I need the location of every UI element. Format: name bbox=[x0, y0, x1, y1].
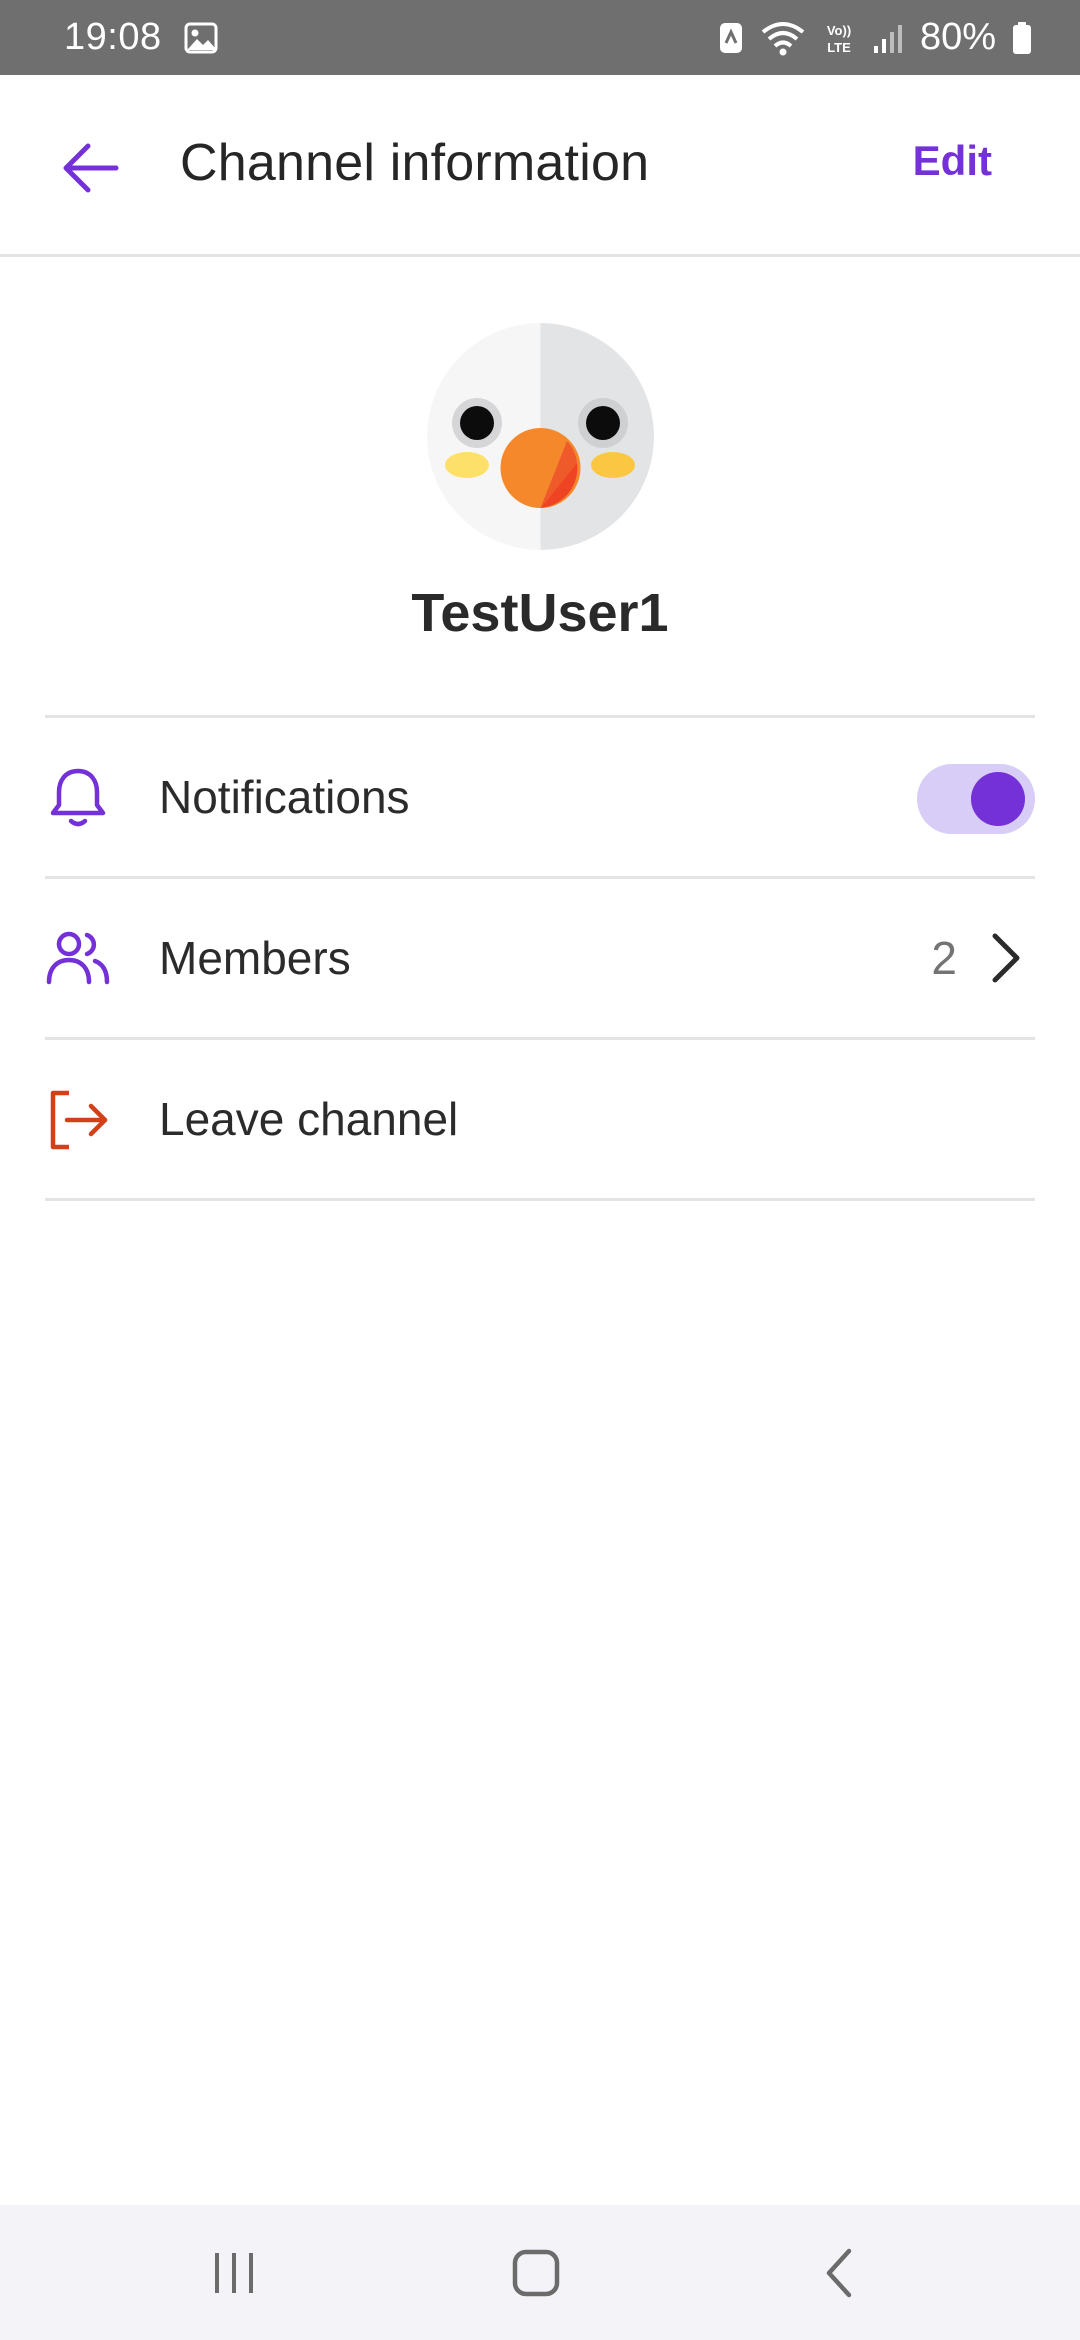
screen: 19:08 Vo)) LTE 80% Channel information E… bbox=[0, 0, 1080, 2340]
back-button[interactable] bbox=[52, 130, 128, 206]
battery-percent: 80% bbox=[919, 16, 996, 58]
wifi-icon bbox=[760, 20, 806, 56]
members-label: Members bbox=[159, 932, 351, 984]
gallery-icon bbox=[184, 22, 218, 54]
status-time: 19:08 bbox=[64, 16, 162, 58]
exit-icon bbox=[50, 1090, 108, 1150]
status-left: 19:08 bbox=[64, 16, 218, 59]
page-title: Channel information bbox=[180, 134, 650, 192]
svg-text:LTE: LTE bbox=[827, 40, 851, 55]
channel-settings-list: Notifications Members 2 Leave channel bbox=[45, 715, 1035, 1201]
status-bar: 19:08 Vo)) LTE 80% bbox=[0, 0, 1080, 75]
nfc-icon bbox=[718, 21, 744, 55]
leave-channel-row[interactable]: Leave channel bbox=[45, 1040, 1035, 1198]
divider bbox=[45, 1198, 1035, 1201]
back-icon bbox=[826, 2248, 852, 2298]
arrow-left-icon bbox=[63, 143, 119, 193]
leave-channel-label: Leave channel bbox=[159, 1093, 459, 1145]
avatar[interactable] bbox=[427, 323, 654, 550]
recent-apps-button[interactable] bbox=[189, 2243, 279, 2303]
toggle-knob bbox=[971, 772, 1025, 826]
members-row[interactable]: Members 2 bbox=[45, 879, 1035, 1037]
members-count: 2 bbox=[931, 932, 957, 984]
volte-icon: Vo)) LTE bbox=[822, 20, 856, 56]
status-right: Vo)) LTE 80% bbox=[718, 16, 1032, 59]
bell-icon bbox=[50, 768, 106, 827]
app-bar: Channel information Edit bbox=[0, 75, 1080, 257]
signal-icon bbox=[872, 22, 904, 54]
system-nav-bar bbox=[0, 2205, 1080, 2340]
bird-avatar-icon bbox=[427, 323, 654, 550]
chevron-right-icon bbox=[992, 933, 1020, 983]
battery-icon bbox=[1012, 21, 1032, 55]
notifications-toggle[interactable] bbox=[917, 764, 1035, 834]
edit-button[interactable]: Edit bbox=[913, 137, 992, 185]
people-icon bbox=[46, 931, 110, 985]
notifications-label: Notifications bbox=[159, 771, 410, 823]
channel-name: TestUser1 bbox=[411, 583, 669, 643]
svg-text:Vo)): Vo)) bbox=[827, 23, 851, 38]
notifications-row[interactable]: Notifications bbox=[45, 718, 1035, 876]
home-icon bbox=[512, 2249, 560, 2297]
recent-apps-icon bbox=[215, 2253, 253, 2293]
nav-back-button[interactable] bbox=[794, 2243, 884, 2303]
home-button[interactable] bbox=[491, 2243, 581, 2303]
